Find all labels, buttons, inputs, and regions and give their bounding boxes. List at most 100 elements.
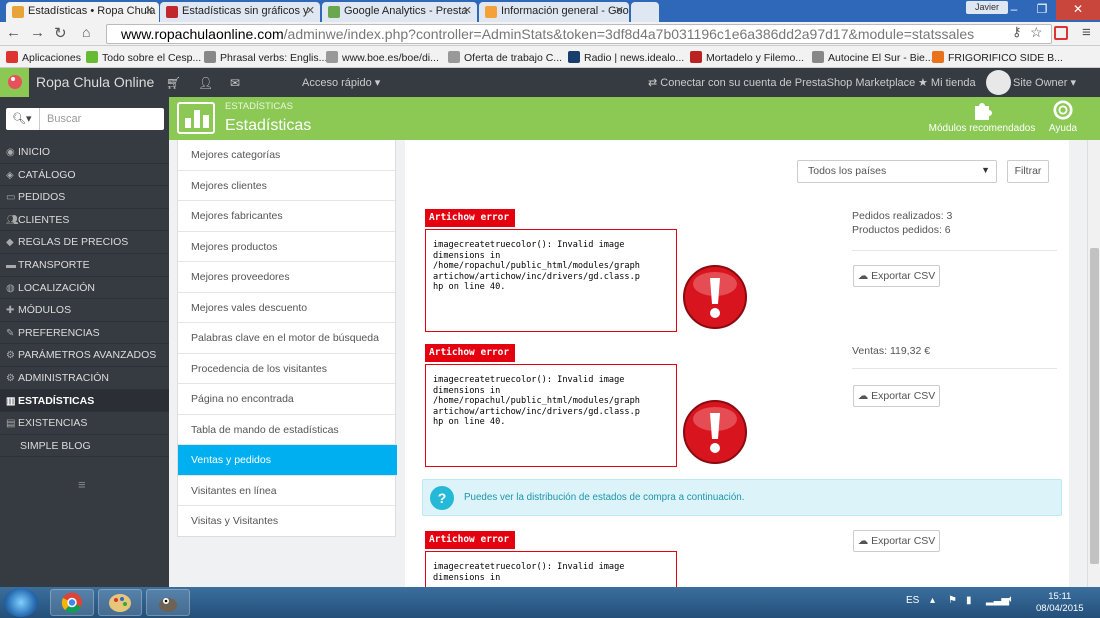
sidebar-item-simple-blog[interactable]: SIMPLE BLOG [0,435,169,458]
key-icon[interactable]: ⚷ [1012,24,1022,40]
list-item[interactable]: Procedencia de los visitantes [178,354,397,384]
bookmark-item[interactable]: Aplicaciones [6,51,81,64]
export-csv-button[interactable]: ☁ Exportar CSV [853,385,940,407]
sidebar-item-localizacion[interactable]: ◍ LOCALIZACIÓN [0,277,169,300]
bookmark-star-icon[interactable]: ☆ [1030,24,1043,41]
sidebar-item-transporte[interactable]: ▬ TRANSPORTE [0,254,169,277]
chrome-menu-icon[interactable]: ≡ [1082,24,1091,41]
sidebar-item-catalogo[interactable]: ◈ CATÁLOGO [0,164,169,187]
forward-icon[interactable]: → [30,24,45,41]
list-item[interactable]: Visitantes en línea [178,476,397,506]
list-item[interactable]: Tabla de mando de estadísticas [178,415,397,445]
bookmark-favicon-icon [204,51,216,63]
country-select[interactable]: Todos los países ▼ [797,160,997,183]
search-input[interactable]: 🔍︎▾ Buscar [6,108,164,130]
recommended-modules-button[interactable]: Módulos recomendados [926,100,1038,134]
tag-icon: ◆ [6,237,14,249]
bookmark-item[interactable]: Oferta de trabajo C... [448,51,562,64]
language-indicator[interactable]: ES [906,595,919,606]
bookmark-item[interactable]: Phrasal verbs: Englis... [204,51,327,64]
browser-tab-sin-graficos[interactable]: Estadísticas sin gráficos y ✕ [160,2,320,22]
close-tab-icon[interactable]: ✕ [463,4,472,17]
home-icon[interactable]: ⌂ [82,24,90,40]
list-item[interactable]: Mejores proveedores [178,262,397,293]
power-icon[interactable]: ▮ [966,595,972,606]
maximize-icon[interactable]: ❐ [1028,0,1056,20]
sidebar-item-existencias[interactable]: ▤ EXISTENCIAS [0,412,169,435]
user-icon[interactable]: 👤︎ [198,76,213,90]
artichow-error-message: imagecreatetruecolor(): Invalid image di… [425,364,677,467]
close-tab-icon[interactable]: ✕ [306,4,315,17]
network-signal-icon[interactable]: ▂▃▅ [986,595,1009,606]
url-input[interactable]: www.ropachulaonline.com/adminwe/index.ph… [106,24,1052,44]
my-shop-link[interactable]: ★ Mi tienda [918,76,976,89]
prestashop-logo-icon[interactable] [0,68,29,97]
sidebar-item-preferencias[interactable]: ✎ PREFERENCIAS [0,322,169,345]
paint-taskbar-button[interactable] [98,589,142,616]
filter-button[interactable]: Filtrar [1007,160,1049,183]
list-item[interactable]: Mejores productos [178,232,397,262]
windows-start-button[interactable] [4,588,38,617]
sidebar-item-estadisticas[interactable]: ▥ ESTADÍSTICAS [0,389,169,413]
bookmark-item[interactable]: Radio | news.idealo... [568,51,684,64]
list-item[interactable]: Página no encontrada [178,384,397,415]
list-item[interactable]: Visitas y Visitantes [178,506,397,537]
tray-expand-icon[interactable]: ▴ [930,595,935,606]
sidebar-item-pedidos[interactable]: ▭ PEDIDOS [0,186,169,209]
clock-time: 15:11 [1048,591,1072,602]
browser-tab-google-analytics[interactable]: Google Analytics - Presta ✕ [322,2,477,22]
bookmark-item[interactable]: Todo sobre el Cesp... [86,51,201,64]
browser-tab-informacion-general[interactable]: Información general - Goo ✕ [479,2,629,22]
list-item[interactable]: Mejores categorías [178,140,397,171]
quick-access-dropdown[interactable]: Acceso rápido ▾ [302,76,380,89]
avatar[interactable] [986,70,1011,95]
help-button[interactable]: Ayuda [1043,100,1083,134]
bookmark-item[interactable]: Mortadelo y Filemo... [690,51,804,64]
mail-icon[interactable]: ✉ [230,76,240,90]
list-item[interactable]: Mejores clientes [178,171,397,201]
bookmark-item[interactable]: Autocine El Sur - Bie... [812,51,934,64]
sidebar-item-administracion[interactable]: ⚙ ADMINISTRACIÓN [0,367,169,390]
minimize-icon[interactable]: – [1000,0,1028,20]
export-csv-button[interactable]: ☁ Exportar CSV [853,265,940,287]
employee-dropdown[interactable]: Site Owner ▾ [1013,76,1076,89]
browser-tab-estadisticas[interactable]: Estadísticas • Ropa Chula ✕ [6,2,159,22]
sidebar-item-modulos[interactable]: ✚ MÓDULOS [0,299,169,322]
shop-name[interactable]: Ropa Chula Online [36,74,154,90]
close-tab-icon[interactable]: ✕ [615,4,624,17]
analytics-favicon-icon [485,6,497,18]
sidebar-item-inicio[interactable]: ◉ INICIO [0,141,169,164]
truck-icon: ▬ [6,259,16,271]
breadcrumb[interactable]: ESTADÍSTICAS [225,101,293,112]
taskbar-clock[interactable]: 15:11 08/04/2015 [1036,591,1084,615]
list-item-selected[interactable]: Ventas y pedidos [178,445,397,476]
stats-main-panel: Todos los países ▼ Filtrar Artichow error… [405,140,1069,587]
new-tab-button[interactable] [631,2,659,22]
chrome-taskbar-button[interactable] [50,589,94,616]
marketplace-link[interactable]: ⇄ Conectar con su cuenta de PrestaShop M… [648,76,915,89]
search-icon[interactable]: 🔍︎▾ [6,108,40,130]
page-scrollbar[interactable] [1087,140,1100,587]
list-item[interactable]: Mejores fabricantes [178,201,397,232]
window-controls: – ❐ ✕ [1000,0,1100,20]
volume-icon[interactable]: 🔈︎ [1008,594,1014,605]
close-tab-icon[interactable]: ✕ [145,4,154,17]
export-csv-button[interactable]: ☁ Exportar CSV [853,530,940,552]
sidebar-item-clientes[interactable]: 👥︎CLIENTES [0,209,169,232]
gimp-taskbar-button[interactable] [146,589,190,616]
list-item[interactable]: Mejores vales descuento [178,293,397,323]
bookmark-item[interactable]: www.boe.es/boe/di... [326,51,439,64]
extension-icon[interactable] [1054,26,1068,40]
collapse-menu-icon[interactable]: ≡ [78,477,86,492]
action-center-flag-icon[interactable]: ⚑ [948,595,957,606]
back-icon[interactable]: ← [6,24,21,41]
sidebar-item-parametros-avanzados[interactable]: ⚙ PARÁMETROS AVANZADOS [0,344,169,367]
sidebar-item-reglas-precios[interactable]: ◆ REGLAS DE PRECIOS [0,231,169,254]
scrollbar-thumb[interactable] [1090,248,1099,564]
cart-icon[interactable]: 🛒︎ [166,76,181,90]
close-window-icon[interactable]: ✕ [1056,0,1100,20]
artichow-error-title: Artichow error [425,209,515,227]
bookmark-item[interactable]: FRIGORIFICO SIDE B... [932,51,1063,64]
list-item[interactable]: Palabras clave en el motor de búsqueda [178,323,397,354]
reload-icon[interactable]: ↻ [54,24,67,42]
